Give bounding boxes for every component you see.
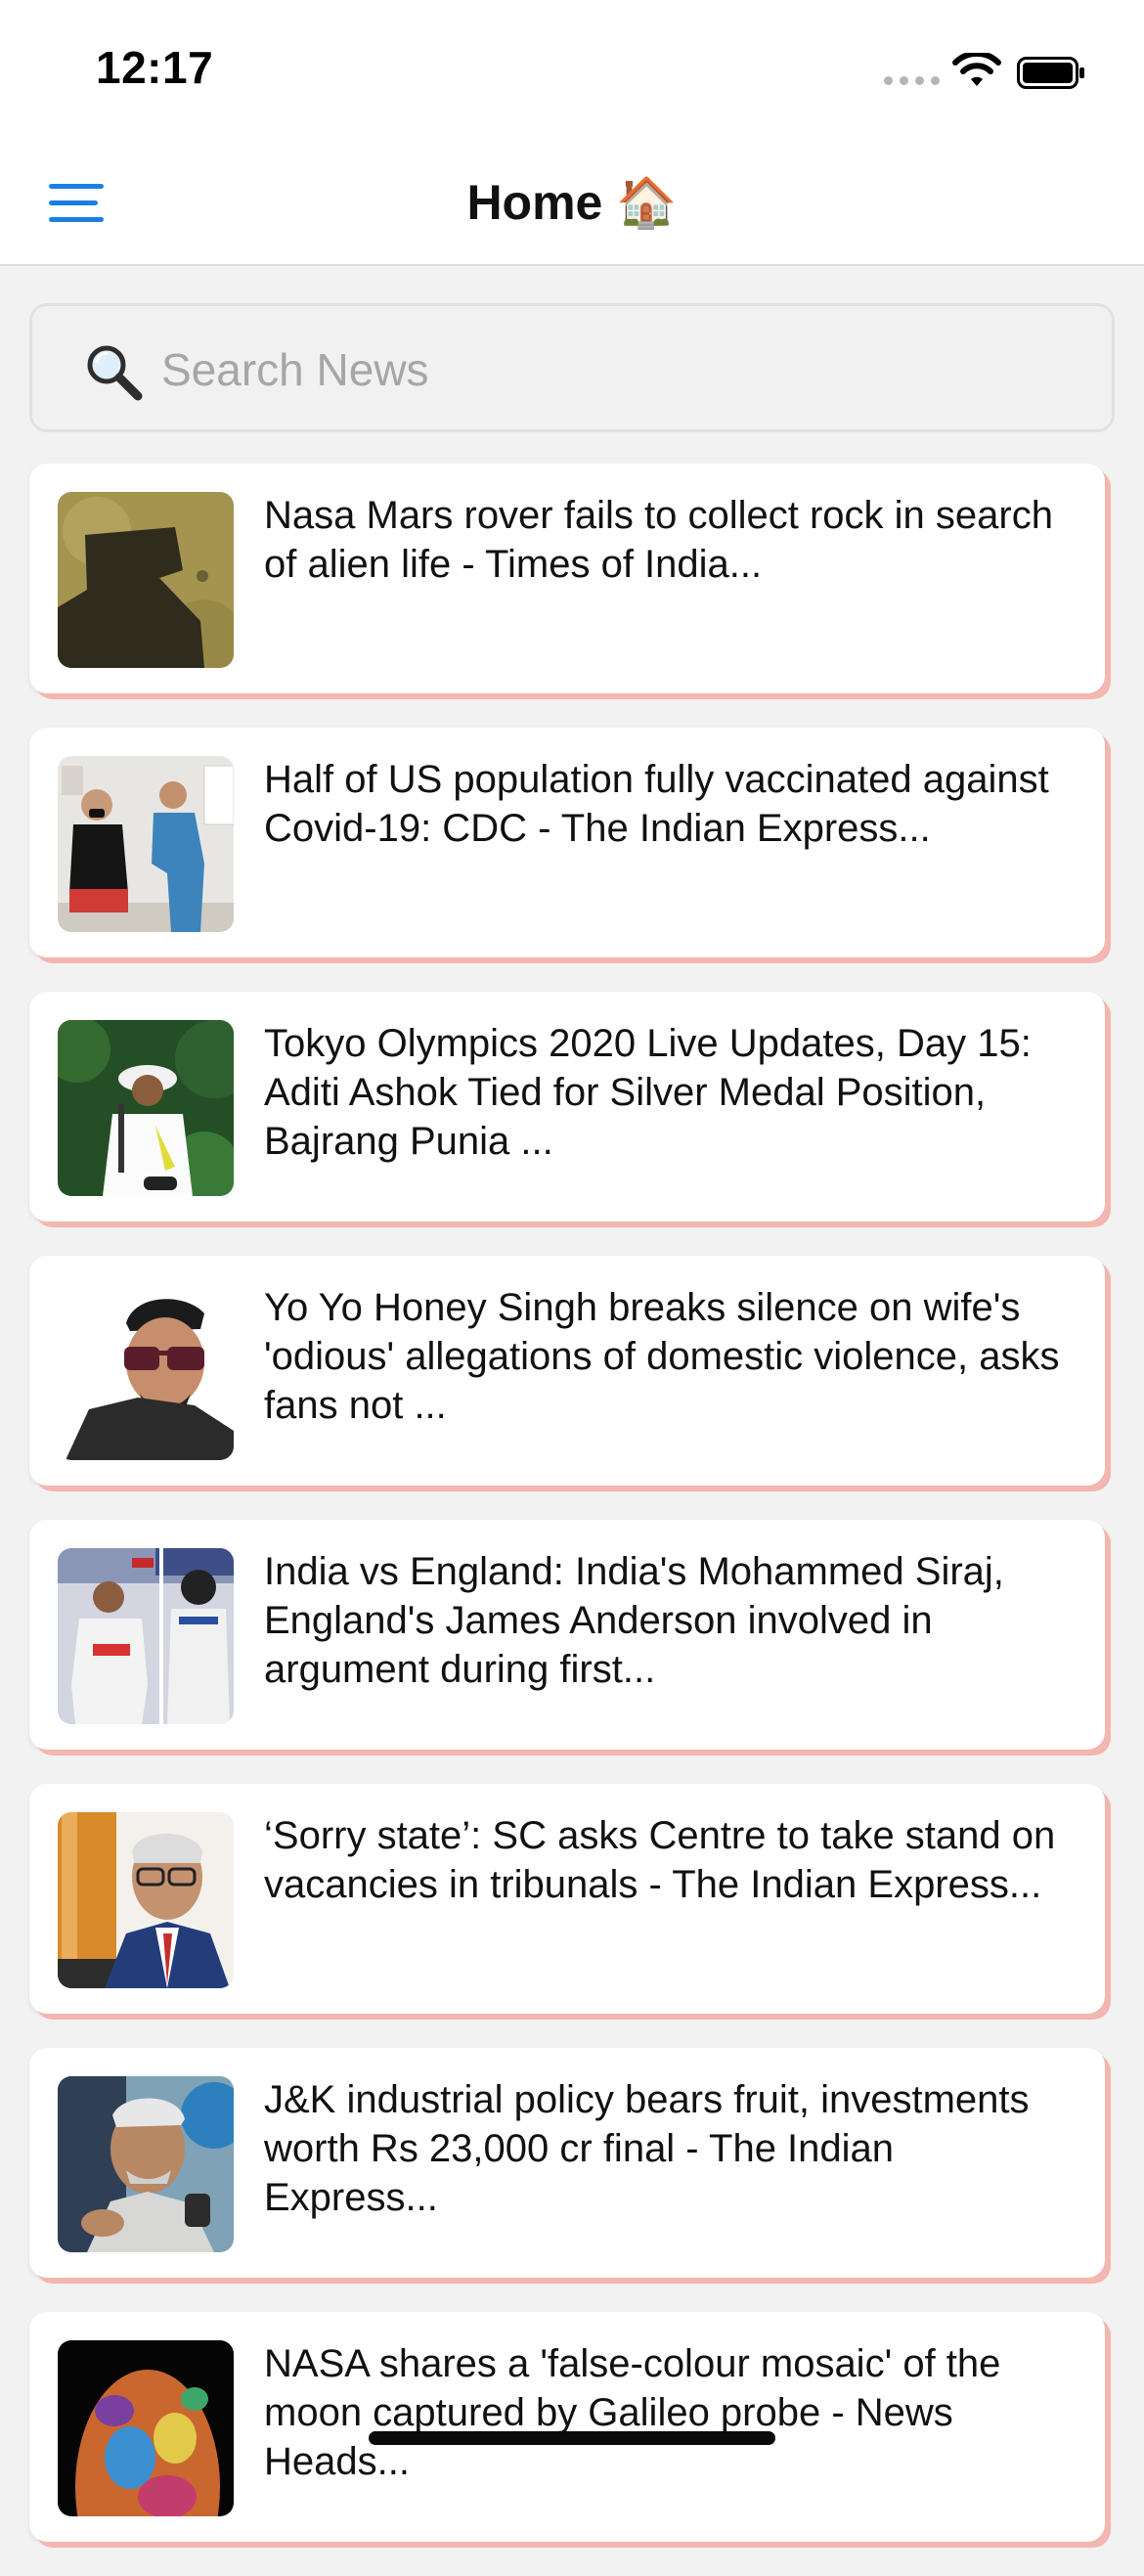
news-thumbnail [58, 2076, 234, 2252]
news-title: J&K industrial policy bears fruit, inves… [264, 2078, 1030, 2219]
news-item[interactable]: NASA shares a 'false-colour mosaic' of t… [29, 2312, 1105, 2542]
news-item[interactable]: Tokyo Olympics 2020 Live Updates, Day 15… [29, 992, 1105, 1221]
search-input[interactable] [159, 333, 1043, 406]
battery-icon [1017, 57, 1084, 89]
news-item[interactable]: Yo Yo Honey Singh breaks silence on wife… [29, 1256, 1105, 1486]
news-title: India vs England: India's Mohammed Siraj… [264, 1550, 1004, 1691]
news-item[interactable]: J&K industrial policy bears fruit, inves… [29, 2048, 1105, 2278]
news-title: NASA shares a 'false-colour mosaic' of t… [264, 2342, 1001, 2483]
news-title: Tokyo Olympics 2020 Live Updates, Day 15… [264, 1022, 1032, 1163]
navigation-bar: Home 🏠 [0, 137, 1144, 266]
news-item[interactable]: Nasa Mars rover fails to collect rock in… [29, 464, 1105, 693]
news-thumbnail [58, 492, 234, 668]
news-title: Nasa Mars rover fails to collect rock in… [264, 494, 1053, 586]
news-thumbnail [58, 1812, 234, 1988]
home-indicator[interactable] [369, 2431, 775, 2445]
status-time: 12:17 [96, 42, 214, 93]
cellular-signal-icon [884, 76, 940, 85]
page-title: Home 🏠 [466, 175, 678, 230]
news-thumbnail [58, 2340, 234, 2516]
news-title: ‘Sorry state’: SC asks Centre to take st… [264, 1814, 1056, 1906]
search-bar[interactable] [29, 303, 1115, 432]
news-thumbnail [58, 1548, 234, 1724]
news-title: Half of US population fully vaccinated a… [264, 758, 1049, 850]
news-list: Nasa Mars rover fails to collect rock in… [29, 464, 1115, 2576]
news-thumbnail [58, 1020, 234, 1196]
news-item[interactable]: ‘Sorry state’: SC asks Centre to take st… [29, 1784, 1105, 2014]
news-thumbnail [58, 756, 234, 932]
status-bar: 12:17 [0, 0, 1144, 137]
news-thumbnail [58, 1284, 234, 1460]
news-item[interactable]: India vs England: India's Mohammed Siraj… [29, 1520, 1105, 1750]
news-title: Yo Yo Honey Singh breaks silence on wife… [264, 1286, 1060, 1427]
magnifier-icon [87, 345, 143, 401]
news-item[interactable]: Half of US population fully vaccinated a… [29, 728, 1105, 957]
wifi-icon [952, 53, 1001, 86]
